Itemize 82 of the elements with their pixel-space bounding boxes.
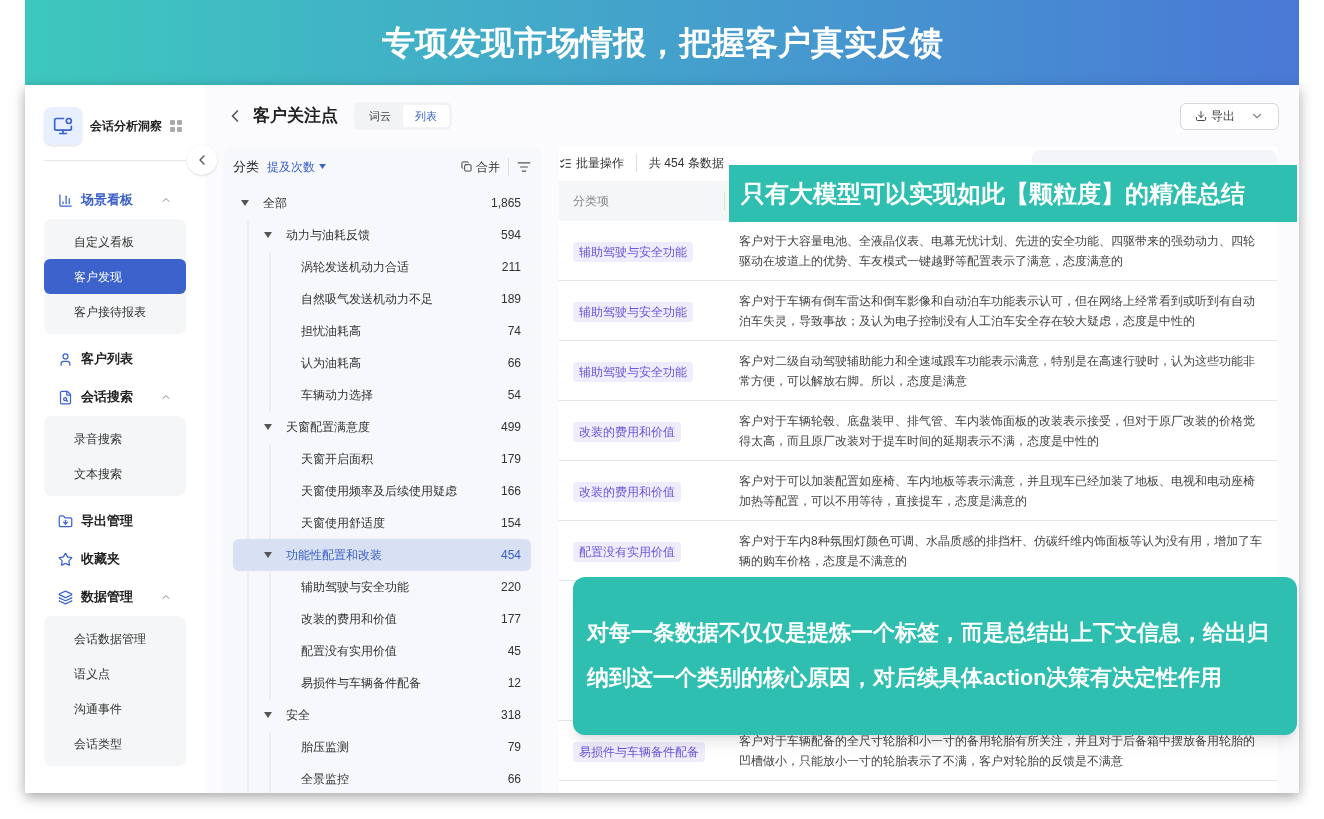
download-icon (1195, 110, 1207, 122)
caret-icon (264, 231, 274, 238)
tree-item[interactable]: 担忧油耗高 74 (233, 314, 531, 347)
sort-dropdown[interactable]: 提及次数 (267, 157, 326, 176)
summary-text: 客户对于车辆有倒车雷达和倒车影像和自动泊车功能表示认可，但在网络上经常看到或听到有自动泊车失灵，导致事故；及认为电子控制没有人工泊车安全存在较大疑虑，态度是中性的 (739, 292, 1256, 330)
nav-icon (58, 513, 73, 529)
page-title: 客户关注点 (253, 105, 338, 128)
submenu-item[interactable]: 会话数据管理 (44, 621, 186, 656)
tree-item[interactable]: 天窗使用舒适度 154 (233, 506, 531, 539)
batch-button[interactable]: 批量操作 (559, 154, 624, 172)
export-button[interactable]: 导出 (1180, 102, 1279, 130)
tree-item[interactable]: 辅助驾驶与安全功能 220 (233, 570, 531, 603)
tree-item[interactable]: 易损件与车辆备件配备 12 (233, 666, 531, 699)
summary-text: 客户对于可以加装配置如座椅、车内地板等表示满意，并且现车已经加装了地板、电视和电动座椅加热等配置，可以不用等待，直接提车，态度是满意的 (739, 472, 1256, 510)
list-icon (559, 156, 572, 170)
tree-item[interactable]: 安全 318 (233, 698, 531, 731)
submenu-item[interactable]: 文本搜索 (44, 456, 186, 491)
sort-icon[interactable] (517, 159, 531, 174)
search-field[interactable] (1032, 150, 1277, 164)
tree-item[interactable]: 全部 1,865 (233, 186, 531, 219)
submenu-item[interactable]: 语义点 (44, 656, 186, 691)
nav-item[interactable]: 客户列表 (44, 340, 186, 378)
column-header: 分类项 (573, 192, 725, 210)
tree-item[interactable]: 天窗配置满意度 499 (233, 410, 531, 443)
caret-icon (264, 711, 274, 718)
callout-card: 对每一条数据不仅仅是提炼一个标签，而是总结出上下文信息，给出归纳到这一个类别的核心原因，对后续具体action决策有决定性作用 (573, 577, 1297, 735)
submenu-item[interactable]: 沟通事件 (44, 691, 186, 726)
nav-icon (58, 551, 73, 567)
tree-item[interactable]: 认为油耗高 66 (233, 346, 531, 379)
tree-item[interactable]: 胎压监测 79 (233, 730, 531, 763)
tree-item[interactable]: 动力与油耗反馈 594 (233, 218, 531, 251)
summary-text: 客户对于车内8种氛围灯颜色可调、水晶质感的排挡杆、仿碳纤维内饰面板等认为没有用，增加了车辆的购车价格，态度是不满意的 (739, 532, 1263, 570)
summary-text: 客户对二级自动驾驶辅助能力和全速域跟车功能表示满意，特别是在高速行驶时，认为这些功能非常方便，可以解放右脚。所以，态度是满意 (739, 352, 1256, 390)
tree-item[interactable]: 天窗使用频率及后续使用疑虑 166 (233, 474, 531, 507)
nav-item[interactable]: 导出管理 (44, 502, 186, 540)
panel-title: 分类 (233, 158, 259, 176)
tree-item[interactable]: 全景监控 66 (233, 762, 531, 793)
app-title: 会话分析洞察 (90, 118, 162, 135)
caret-icon (319, 164, 326, 170)
banner-title: 专项发现市场情报，把握客户真实反馈 (381, 22, 943, 63)
category-tag: 易损件与车辆备件配备 (573, 741, 705, 762)
nav-item[interactable]: 收藏夹 (44, 540, 186, 578)
category-tag: 改装的费用和价值 (573, 481, 681, 502)
nav-icon (58, 351, 73, 367)
apps-grid-icon[interactable] (170, 120, 182, 132)
caret-icon (264, 551, 274, 558)
tree-item[interactable]: 车辆动力选择 54 (233, 378, 531, 411)
nav-item[interactable]: 会话搜索 (44, 378, 186, 416)
tree-item[interactable]: 涡轮发送机动力合适 211 (233, 250, 531, 283)
caret-icon (264, 423, 274, 430)
tree-item[interactable]: 自然吸气发送机动力不足 189 (233, 282, 531, 315)
submenu-item[interactable]: 录音搜索 (44, 421, 186, 456)
summary-text: 客户对于车辆轮毂、底盘装甲、排气管、车内装饰面板的改装表示接受，但对于原厂改装的价格觉得太高，而且原厂改装对于提车时间的延期表示不满，态度是中性的 (739, 412, 1256, 450)
callout-banner: 只有大模型可以实现如此【颗粒度】的精准总结 (729, 165, 1297, 222)
merge-button[interactable]: 合并 (461, 157, 509, 176)
tree-item[interactable]: 配置没有实用价值 45 (233, 634, 531, 667)
category-tag: 改装的费用和价值 (573, 421, 681, 442)
nav-icon (58, 589, 73, 605)
category-tag: 辅助驾驶与安全功能 (573, 361, 693, 382)
nav-icon (58, 389, 73, 405)
category-tag: 配置没有实用价值 (573, 541, 681, 562)
tree-item[interactable]: 天窗开启面积 179 (233, 442, 531, 475)
submenu-item[interactable]: 客户接待报表 (44, 294, 186, 329)
category-tag: 辅助驾驶与安全功能 (573, 301, 693, 322)
tree-item[interactable]: 功能性配置和改装 454 (233, 538, 531, 571)
view-tab[interactable]: 词云 (357, 105, 403, 127)
submenu-item[interactable]: 自定义看板 (44, 224, 186, 259)
total-count: 共 454 条数据 (636, 154, 724, 172)
caret-icon (241, 199, 251, 206)
view-tab[interactable]: 列表 (403, 105, 449, 127)
nav-item[interactable]: 场景看板 (44, 181, 186, 219)
collapse-button[interactable] (187, 145, 217, 175)
submenu-item[interactable]: 会话类型 (44, 726, 186, 761)
summary-text: 客户对于车辆配备的全尺寸轮胎和小一寸的备用轮胎有所关注，并且对于后备箱中摆放备用轮胎的凹槽做小，只能放小一寸的轮胎表示了不满，客户对轮胎的反馈是不满意 (739, 732, 1256, 770)
category-tag: 辅助驾驶与安全功能 (573, 241, 693, 262)
tree-item[interactable]: 改装的费用和价值 177 (233, 602, 531, 635)
submenu-item[interactable]: 客户发现 (44, 259, 186, 294)
nav-item[interactable]: 数据管理 (44, 578, 186, 616)
copy-icon (461, 161, 472, 173)
app-logo-icon (44, 107, 82, 145)
nav-icon (58, 192, 73, 208)
summary-text: 客户对于大容量电池、全液晶仪表、电幕无忧计划、先进的安全功能、四驱带来的强劲动力、四轮驱动在坡道上的优势、车友模式一键越野等配置表示了满意，态度满意的 (739, 232, 1256, 270)
